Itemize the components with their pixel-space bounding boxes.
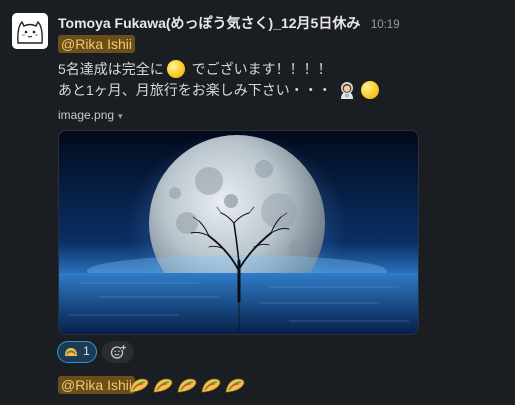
astronaut-emoji-icon bbox=[340, 82, 353, 99]
message-text: 5名達成は完全に bbox=[58, 61, 164, 77]
add-reaction-button[interactable] bbox=[102, 341, 134, 363]
add-emoji-icon bbox=[110, 345, 126, 359]
reaction-taco[interactable]: 1 bbox=[57, 341, 97, 363]
taco-icon bbox=[65, 348, 78, 356]
message-text: あと1ヶ月、月旅行をお楽しみ下さい・・・ bbox=[58, 82, 332, 98]
avatar[interactable] bbox=[12, 13, 48, 49]
taco-icon bbox=[177, 378, 197, 393]
message-text: でございます！！！！ bbox=[187, 61, 332, 77]
cat-avatar-icon bbox=[12, 13, 48, 49]
reaction-count: 1 bbox=[83, 346, 90, 358]
message-line-1: 5名達成は完全に でございます！！！！ bbox=[58, 59, 332, 79]
file-name: image.png bbox=[58, 108, 115, 122]
message-line-2: あと1ヶ月、月旅行をお楽しみ下さい・・・ bbox=[58, 80, 382, 100]
moon-tree-image bbox=[59, 131, 418, 334]
image-attachment[interactable] bbox=[58, 130, 419, 335]
taco-icon bbox=[201, 378, 221, 393]
timestamp[interactable]: 10:19 bbox=[371, 19, 400, 31]
message-header: Tomoya Fukawa(めっぽう気さく)_12月5日休み 10:19 bbox=[58, 13, 400, 33]
full-moon-emoji-icon bbox=[360, 81, 379, 99]
taco-icon bbox=[153, 378, 173, 393]
sender-name[interactable]: Tomoya Fukawa(めっぽう気さく)_12月5日休み bbox=[58, 15, 360, 31]
file-name-toggle[interactable]: image.png ▾ bbox=[58, 108, 123, 122]
chevron-down-icon: ▾ bbox=[118, 111, 123, 121]
taco-icon bbox=[129, 378, 149, 393]
taco-emoji-row bbox=[128, 377, 246, 395]
taco-icon bbox=[225, 378, 245, 393]
user-mention[interactable]: @Rika Ishii bbox=[58, 35, 136, 53]
full-moon-emoji-icon bbox=[166, 60, 185, 78]
user-mention[interactable]: @Rika Ishii bbox=[58, 376, 136, 394]
